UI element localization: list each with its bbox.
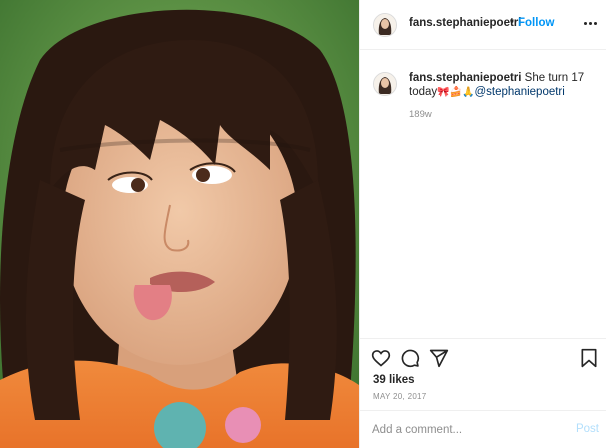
bookmark-icon[interactable] — [579, 348, 599, 368]
caption-emojis: 🎀🍰🙏 — [437, 87, 475, 98]
caption-avatar-icon[interactable] — [373, 72, 397, 96]
avatar-icon[interactable] — [373, 13, 397, 37]
post-image — [0, 0, 359, 448]
share-icon[interactable] — [429, 348, 449, 368]
comment-input[interactable] — [372, 421, 552, 439]
actions-area: 39 likes MAY 20, 2017 — [360, 338, 606, 410]
heart-icon[interactable] — [371, 348, 391, 368]
post-comment-button[interactable]: Post — [576, 423, 599, 435]
header-separator: • — [510, 16, 514, 28]
caption-username[interactable]: fans.stephaniepoetri — [409, 72, 521, 84]
post-header: fans.stephaniepoetri • Follow — [360, 0, 606, 50]
more-options-icon[interactable] — [584, 22, 598, 26]
header-username[interactable]: fans.stephaniepoetri — [409, 17, 521, 29]
caption-time-ago[interactable]: 189w — [409, 109, 432, 120]
post-date[interactable]: MAY 20, 2017 — [373, 392, 427, 401]
post-details-panel: fans.stephaniepoetri • Follow fans.steph… — [359, 0, 606, 448]
caption-text: fans.stephaniepoetri She turn 17 today🎀🍰… — [409, 71, 594, 100]
post-photo[interactable] — [0, 0, 359, 448]
comment-icon[interactable] — [400, 348, 420, 368]
comment-box: Post — [360, 410, 606, 448]
follow-button[interactable]: Follow — [518, 17, 554, 29]
likes-count[interactable]: 39 likes — [373, 374, 415, 386]
caption-mention[interactable]: @stephaniepoetri — [475, 86, 565, 98]
